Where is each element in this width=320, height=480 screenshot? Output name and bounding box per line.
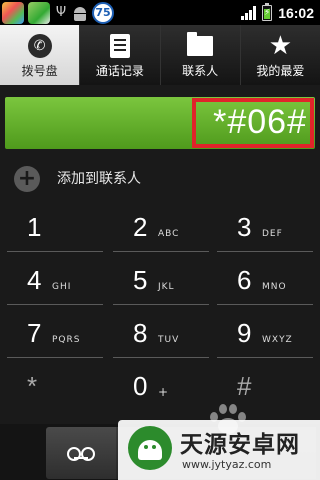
star-icon: ★ (268, 31, 293, 61)
key-digit: 3 (237, 212, 252, 242)
tab-bar: ✆ 拨号盘 通话记录 联系人 ★ 我的最爱 (0, 25, 320, 85)
app-store-icon (2, 1, 24, 24)
key-digit: 7 (27, 318, 42, 348)
tab-label: 通话记录 (95, 64, 144, 78)
key-letters: MNO (262, 282, 287, 292)
add-to-contacts-label: 添加到联系人 (57, 171, 141, 187)
key-digit: 8 (133, 318, 148, 348)
site-watermark: 天源安卓网 www.jytyaz.com (118, 420, 320, 480)
tab-label: 拨号盘 (21, 64, 58, 78)
watermark-title: 天源安卓网 (180, 432, 300, 458)
voicemail-icon (67, 447, 95, 461)
call-log-icon (109, 34, 130, 58)
key-letters: WXYZ (262, 335, 293, 345)
tab-label: 联系人 (182, 64, 219, 78)
key-4[interactable]: 4 GHI (7, 257, 103, 305)
tab-contacts[interactable]: 联系人 (159, 25, 240, 85)
key-2[interactable]: 2 ABC (113, 204, 209, 252)
battery-icon: ⚡ (262, 2, 273, 21)
key-digit: 2 (133, 212, 148, 242)
key-letters: JKL (158, 282, 175, 292)
key-digit: 4 (27, 265, 42, 295)
usb-icon: Ψ (55, 4, 67, 20)
key-letters: + (158, 385, 170, 399)
key-1[interactable]: 1 (7, 204, 103, 252)
tab-call-log[interactable]: 通话记录 (79, 25, 160, 85)
tab-favorites[interactable]: ★ 我的最爱 (239, 25, 320, 85)
key-digit: 0 (133, 371, 148, 401)
signal-icon (241, 5, 257, 20)
number-display[interactable]: *#06# (5, 97, 315, 149)
key-digit: 5 (133, 265, 148, 295)
status-bar: Ψ 75 ⚡ 16:02 (0, 0, 320, 25)
contacts-icon (187, 32, 214, 56)
key-digit: 9 (237, 318, 252, 348)
android-debug-icon (72, 5, 88, 21)
phone-icon: ✆ (27, 34, 52, 58)
add-icon: + (14, 166, 40, 192)
key-9[interactable]: 9 WXYZ (217, 310, 313, 358)
key-digit: 6 (237, 265, 252, 295)
notification-badge: 75 (92, 1, 114, 24)
voicemail-button[interactable] (46, 427, 116, 479)
key-3[interactable]: 3 DEF (217, 204, 313, 252)
key-0[interactable]: 0 + (113, 363, 209, 411)
key-5[interactable]: 5 JKL (113, 257, 209, 305)
gallery-app-icon (28, 1, 50, 24)
tab-label: 我的最爱 (256, 64, 305, 78)
key-star[interactable]: * (7, 363, 103, 411)
key-7[interactable]: 7 PQRS (7, 310, 103, 358)
android-logo-icon (128, 426, 172, 470)
key-letters: ABC (158, 229, 180, 239)
key-letters: DEF (262, 229, 283, 239)
key-digit: 1 (27, 212, 42, 242)
key-digit: # (237, 371, 252, 401)
key-letters: TUV (158, 335, 180, 345)
key-8[interactable]: 8 TUV (113, 310, 209, 358)
clock: 16:02 (278, 4, 314, 21)
key-letters: GHI (52, 282, 72, 292)
add-to-contacts-row[interactable]: + 添加到联系人 (0, 160, 320, 196)
key-letters: PQRS (52, 335, 81, 345)
tab-dialpad[interactable]: ✆ 拨号盘 (0, 25, 80, 85)
key-digit: * (27, 371, 38, 401)
key-6[interactable]: 6 MNO (217, 257, 313, 305)
dialed-number: *#06# (213, 103, 307, 141)
notification-icons: Ψ 75 (2, 1, 114, 24)
watermark-url: www.jytyaz.com (182, 458, 272, 471)
